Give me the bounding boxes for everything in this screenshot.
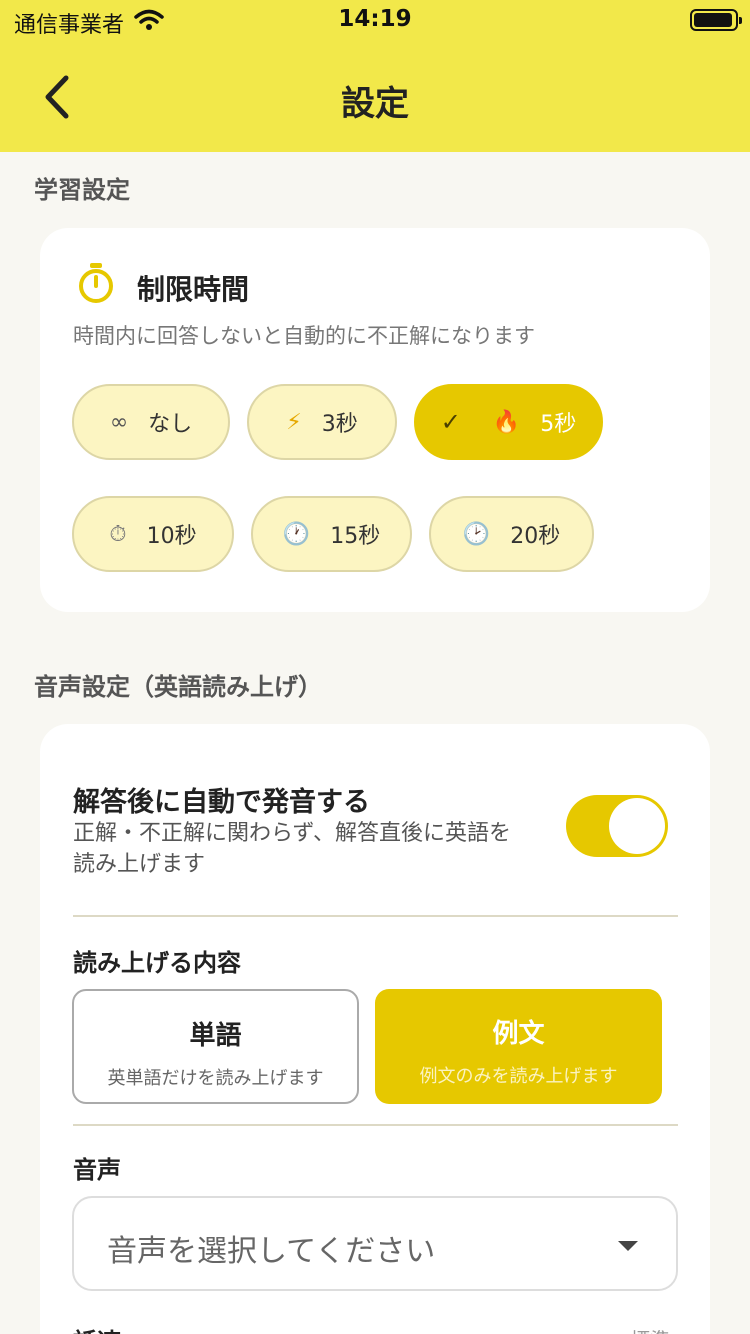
voice-select[interactable]: 音声を選択してください: [72, 1196, 678, 1291]
time-limit-description: 時間内に回答しないと自動的に不正解になります: [73, 324, 535, 348]
time-option-5s[interactable]: ✓ 🔥 5秒: [414, 384, 603, 460]
time-option-20s[interactable]: 🕑 20秒: [429, 496, 594, 572]
app-header: 通信事業者 14:19 設定: [0, 0, 750, 152]
time-option-label: 20秒: [510, 524, 561, 549]
auto-speak-toggle[interactable]: [566, 795, 668, 857]
divider: [73, 1124, 678, 1126]
clock-icon: 🕑: [462, 521, 491, 547]
section-label-audio: 音声設定（英語読み上げ）: [34, 673, 322, 701]
stopwatch-icon: [79, 263, 113, 303]
time-option-label: なし: [148, 412, 193, 437]
time-option-none[interactable]: ∞ なし: [72, 384, 230, 460]
read-option-word[interactable]: 単語 英単語だけを読み上げます: [72, 989, 359, 1104]
voice-select-placeholder: 音声を選択してください: [107, 1234, 436, 1269]
divider: [73, 915, 678, 917]
toggle-knob: [609, 798, 665, 854]
read-option-desc: 例文のみを読み上げます: [419, 1066, 618, 1087]
stopwatch-icon: ⏱: [109, 521, 127, 547]
time-limit-title: 制限時間: [137, 273, 250, 306]
auto-speak-description: 正解・不正解に関わらず、解答直後に英語を読み上げます: [73, 821, 512, 877]
page-title: 設定: [341, 84, 409, 124]
voice-title: 音声: [73, 1156, 121, 1184]
infinity-icon: ∞: [109, 409, 129, 435]
time-option-label: 15秒: [330, 524, 381, 549]
speed-value: 標準: [630, 1324, 670, 1334]
clock: 14:19: [338, 6, 412, 32]
speed-title: 話速: [73, 1322, 121, 1334]
read-option-desc: 英単語だけを読み上げます: [107, 1068, 324, 1089]
read-option-example[interactable]: 例文 例文のみを読み上げます: [375, 989, 662, 1104]
battery-icon: [690, 9, 742, 31]
clock-icon: 🕐: [282, 521, 311, 547]
time-option-label: 3秒: [321, 412, 358, 437]
caret-down-icon: [618, 1241, 638, 1251]
fire-icon: 🔥: [492, 409, 521, 435]
status-bar: 通信事業者 14:19: [0, 0, 750, 44]
read-option-title: 例文: [492, 1019, 545, 1049]
checkmark-icon: ✓: [440, 408, 461, 436]
lightning-icon: ⚡: [286, 409, 302, 435]
read-content-title: 読み上げる内容: [73, 949, 241, 977]
time-option-3s[interactable]: ⚡ 3秒: [247, 384, 397, 460]
auto-speak-title: 解答後に自動で発音する: [73, 787, 370, 818]
time-option-10s[interactable]: ⏱ 10秒: [72, 496, 234, 572]
section-label-learning: 学習設定: [34, 176, 130, 204]
time-option-label: 10秒: [146, 524, 197, 549]
read-option-title: 単語: [189, 1021, 242, 1051]
time-option-15s[interactable]: 🕐 15秒: [251, 496, 412, 572]
time-option-label: 5秒: [540, 412, 577, 437]
